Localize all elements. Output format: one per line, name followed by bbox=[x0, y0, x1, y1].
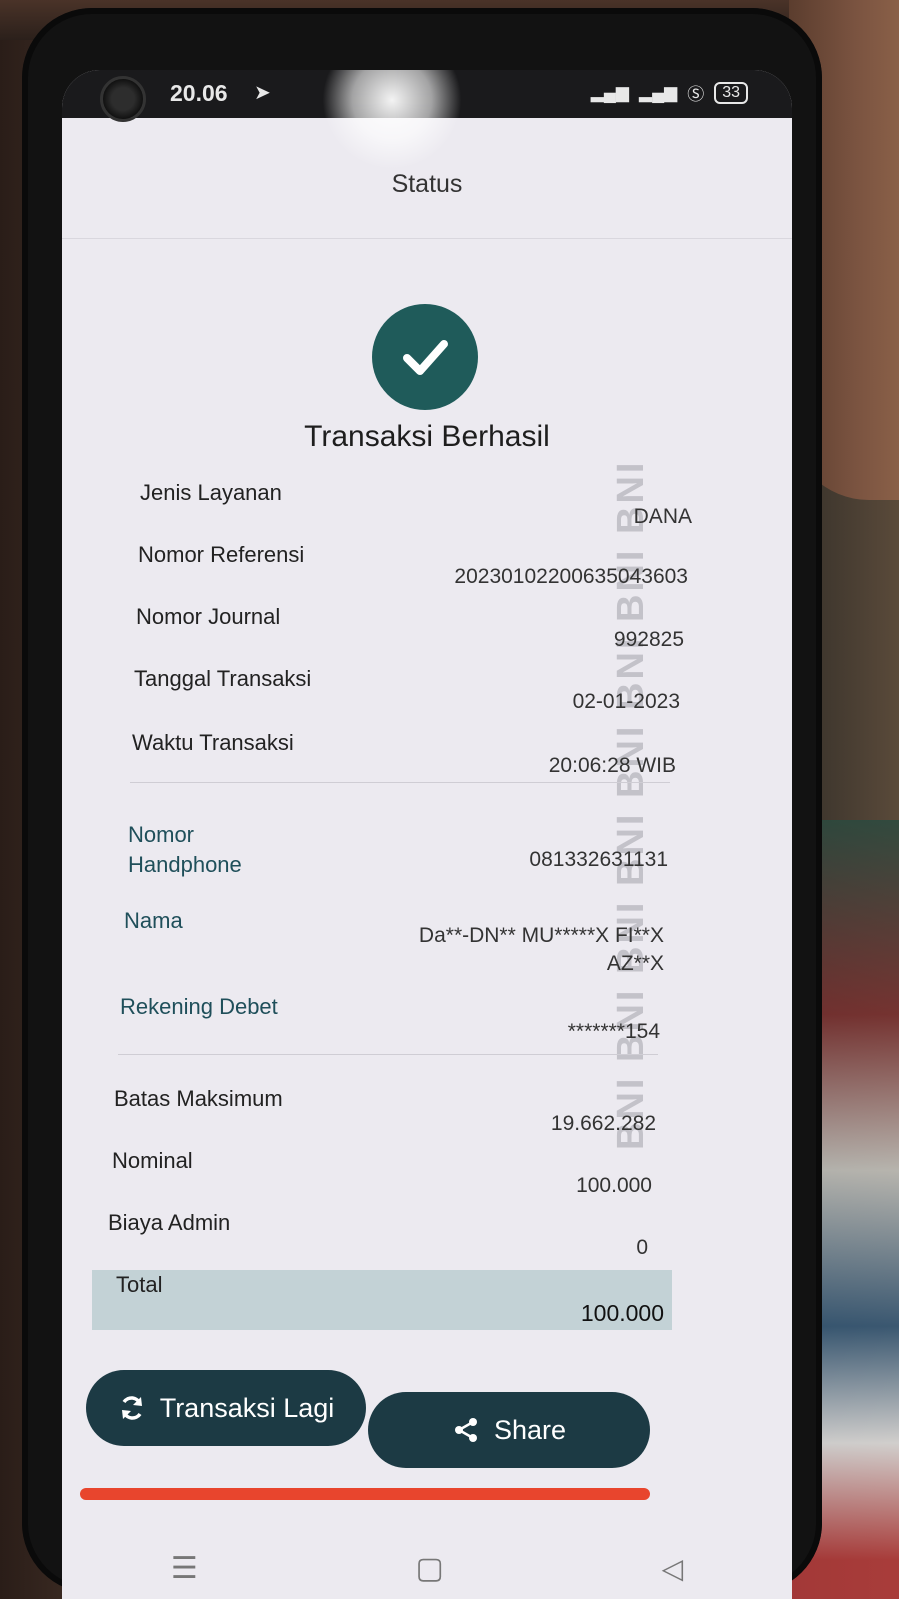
customer-label: Rekening Debet bbox=[120, 994, 278, 1019]
light-glare bbox=[322, 70, 462, 170]
photo-scene: 20.06 ➤ ▂▄▆ ▂▄▆ Ⓢ 33 Status BNI BNI BNI … bbox=[0, 0, 899, 1599]
customer-value: 081332631131 bbox=[529, 848, 668, 871]
battery-icon: 33 bbox=[714, 81, 748, 104]
success-title: Transaksi Berhasil bbox=[304, 420, 550, 453]
amount-label: Biaya Admin bbox=[108, 1210, 231, 1235]
amount-value: 0 bbox=[636, 1236, 648, 1259]
detail-value: 20:06:28 WIB bbox=[548, 754, 676, 777]
header-divider bbox=[62, 238, 792, 239]
home-icon[interactable]: ▢ bbox=[415, 1551, 443, 1586]
customer-value: *******154 bbox=[567, 1020, 660, 1043]
android-nav-bar: ☰ ▢ ◁ bbox=[62, 1530, 792, 1599]
detail-value: 20230102200635043603 bbox=[454, 565, 688, 588]
customer-label: Nomor Handphone bbox=[128, 822, 242, 877]
total-value: 100.000 bbox=[580, 1300, 664, 1326]
detail-label: Tanggal Transaksi bbox=[134, 666, 312, 691]
back-icon[interactable]: ◁ bbox=[662, 1552, 684, 1585]
dollar-icon: Ⓢ bbox=[687, 85, 705, 104]
amount-label: Batas Maksimum bbox=[114, 1086, 283, 1111]
success-check-icon bbox=[372, 304, 478, 410]
telegram-icon: ➤ bbox=[254, 82, 271, 104]
detail-label: Nomor Journal bbox=[136, 604, 281, 629]
detail-value: 02-01-2023 bbox=[572, 690, 680, 713]
amount-value: 19.662.282 bbox=[550, 1112, 656, 1135]
detail-label: Waktu Transaksi bbox=[132, 730, 294, 755]
status-time: 20.06 bbox=[170, 80, 228, 106]
phone-screen: 20.06 ➤ ▂▄▆ ▂▄▆ Ⓢ 33 Status BNI BNI BNI … bbox=[62, 70, 792, 1599]
front-camera bbox=[100, 76, 146, 122]
detail-value: DANA bbox=[633, 505, 692, 528]
share-label: Share bbox=[493, 1414, 567, 1445]
menu-icon[interactable]: ☰ bbox=[171, 1551, 198, 1586]
check-icon bbox=[403, 340, 448, 375]
amount-label: Nominal bbox=[112, 1148, 193, 1173]
share-button[interactable]: Share bbox=[368, 1392, 650, 1468]
total-row: Total 100.000 bbox=[92, 1270, 672, 1330]
amount-value: 100.000 bbox=[576, 1174, 652, 1197]
total-label: Total bbox=[116, 1272, 163, 1297]
refresh-icon bbox=[121, 1396, 142, 1420]
page-title: Status bbox=[391, 170, 463, 198]
detail-value: 992825 bbox=[613, 628, 684, 651]
detail-label: Nomor Referensi bbox=[138, 542, 305, 567]
customer-value: Da**-DN** MU*****X FI**X AZ**X bbox=[418, 924, 664, 975]
transaksi-lagi-button[interactable]: Transaksi Lagi bbox=[86, 1370, 366, 1446]
section-divider bbox=[118, 1054, 658, 1055]
transaksi-lagi-label: Transaksi Lagi bbox=[159, 1392, 335, 1423]
detail-label: Jenis Layanan bbox=[140, 480, 282, 505]
section-divider bbox=[130, 782, 670, 783]
share-icon bbox=[454, 1418, 477, 1442]
customer-label: Nama bbox=[124, 908, 183, 933]
phone-body: 20.06 ➤ ▂▄▆ ▂▄▆ Ⓢ 33 Status BNI BNI BNI … bbox=[22, 8, 822, 1599]
bni-watermark: BNI BNI BNI BNI BNI BNI BNI BNI bbox=[610, 459, 652, 1150]
brand-bar bbox=[80, 1488, 650, 1500]
